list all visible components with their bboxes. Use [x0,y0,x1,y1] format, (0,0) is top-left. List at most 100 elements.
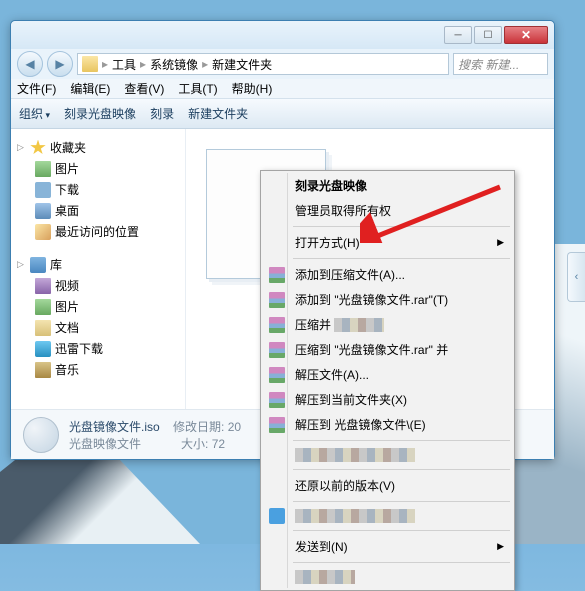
sidebar-item-desktop[interactable]: 桌面 [17,200,179,221]
separator [293,258,510,259]
menu-tools[interactable]: 工具(T) [178,80,217,97]
music-icon [35,362,51,378]
sidebar-item-label: 视频 [55,277,79,294]
menu-edit[interactable]: 编辑(E) [70,80,110,97]
cm-obscured[interactable] [263,444,512,466]
sidebar-item-label: 下载 [55,181,79,198]
cm-label: 打开方式(H) [295,234,360,251]
thunder-icon [35,341,51,357]
sidebar-item-label: 迅雷下载 [55,340,103,357]
collapse-icon: ▷ [17,143,26,152]
toolbar: 组织 刻录光盘映像 刻录 新建文件夹 [11,99,554,129]
menu-view[interactable]: 查看(V) [124,80,164,97]
folder-icon [82,56,98,72]
cm-extract-here[interactable]: 解压到当前文件夹(X) [263,387,512,412]
sidebar-item-label: 音乐 [55,361,79,378]
crumb[interactable]: 新建文件夹 [212,56,272,73]
cm-label: 还原以前的版本(V) [295,477,395,494]
cm-extract-files[interactable]: 解压文件(A)... [263,362,512,387]
rar-icon [269,292,285,308]
cm-label: 压缩并 [295,316,331,333]
sidebar-item-videos[interactable]: 视频 [17,275,179,296]
menu-file[interactable]: 文件(F) [17,80,56,97]
cm-label: 解压文件(A)... [295,366,369,383]
rar-icon [269,392,285,408]
video-icon [35,278,51,294]
burn-button[interactable]: 刻录 [150,105,174,122]
sidebar-favorites[interactable]: ▷ 收藏夹 [17,137,179,158]
sidebar-item-pictures[interactable]: 图片 [17,158,179,179]
cm-restore-versions[interactable]: 还原以前的版本(V) [263,473,512,498]
crumb[interactable]: 系统镜像 [150,56,198,73]
cm-add-to-rar[interactable]: 添加到 "光盘镜像文件.rar"(T) [263,287,512,312]
sidebar-item-downloads[interactable]: 下载 [17,179,179,200]
separator [293,501,510,502]
cm-label: 解压到 光盘镜像文件\(E) [295,416,426,433]
cm-take-ownership[interactable]: 管理员取得所有权 [263,198,512,223]
obscured-text [295,448,415,462]
cm-burn-image[interactable]: 刻录光盘映像 [263,173,512,198]
organize-button[interactable]: 组织 [19,105,50,122]
menu-bar: 文件(F) 编辑(E) 查看(V) 工具(T) 帮助(H) [11,79,554,99]
cm-label: 添加到压缩文件(A)... [295,266,405,283]
obscured-text [334,318,384,332]
rar-icon [269,342,285,358]
cm-compress-rar-and[interactable]: 压缩到 "光盘镜像文件.rar" 并 [263,337,512,362]
details-filename: 光盘镜像文件.iso [69,420,160,434]
documents-icon [35,320,51,336]
pictures-icon [35,161,51,177]
details-date-label: 修改日期: [173,420,224,434]
sidebar-item-pictures[interactable]: 图片 [17,296,179,317]
back-button[interactable]: ◀ [17,51,43,77]
rar-icon [269,267,285,283]
search-input[interactable]: 搜索 新建... [453,53,548,75]
maximize-button[interactable]: ☐ [474,26,502,44]
sidebar-head-label: 收藏夹 [50,139,86,156]
details-filetype: 光盘映像文件 [69,437,141,451]
submenu-arrow-icon: ▶ [497,541,504,552]
forward-button[interactable]: ▶ [47,51,73,77]
cm-open-with[interactable]: 打开方式(H)▶ [263,230,512,255]
recent-icon [35,224,51,240]
desktop-icon [35,203,51,219]
minimize-button[interactable]: ─ [444,26,472,44]
cm-extract-to[interactable]: 解压到 光盘镜像文件\(E) [263,412,512,437]
crumb[interactable]: 工具 [112,56,136,73]
cm-obscured[interactable] [263,566,512,588]
preview-pane-toggle[interactable]: ‹ [567,252,585,302]
sidebar-item-thunder[interactable]: 迅雷下载 [17,338,179,359]
details-date-value: 20 [228,420,241,434]
obscured-text [295,509,415,523]
new-folder-button[interactable]: 新建文件夹 [188,105,248,122]
breadcrumb[interactable]: ▸ 工具 ▸ 系统镜像 ▸ 新建文件夹 [77,53,449,75]
sidebar-item-documents[interactable]: 文档 [17,317,179,338]
cm-send-to[interactable]: 发送到(N) ▶ [263,534,512,559]
sidebar-item-label: 文档 [55,319,79,336]
star-icon [30,140,46,156]
download-icon [35,182,51,198]
sidebar-item-label: 图片 [55,160,79,177]
sidebar-item-label: 最近访问的位置 [55,223,139,240]
separator [293,562,510,563]
sidebar-item-label: 图片 [55,298,79,315]
cm-obscured[interactable] [263,505,512,527]
cm-label: 解压到当前文件夹(X) [295,391,407,408]
sidebar-libraries[interactable]: ▷ 库 [17,254,179,275]
cm-add-to-archive[interactable]: 添加到压缩文件(A)... [263,262,512,287]
sidebar-item-recent[interactable]: 最近访问的位置 [17,221,179,242]
cm-compress-email[interactable]: 压缩并 [263,312,512,337]
burn-image-button[interactable]: 刻录光盘映像 [64,105,136,122]
iso-icon [23,417,59,453]
sidebar-item-music[interactable]: 音乐 [17,359,179,380]
rar-icon [269,417,285,433]
close-button[interactable]: ✕ [504,26,548,44]
pictures-icon [35,299,51,315]
rar-icon [269,367,285,383]
cm-label: 发送到(N) [295,538,348,555]
cm-label: 压缩到 "光盘镜像文件.rar" 并 [295,341,448,358]
obscured-text [295,570,355,584]
menu-help[interactable]: 帮助(H) [232,80,273,97]
app-icon [269,508,285,524]
titlebar[interactable]: ─ ☐ ✕ [11,21,554,49]
collapse-icon: ▷ [17,260,26,269]
